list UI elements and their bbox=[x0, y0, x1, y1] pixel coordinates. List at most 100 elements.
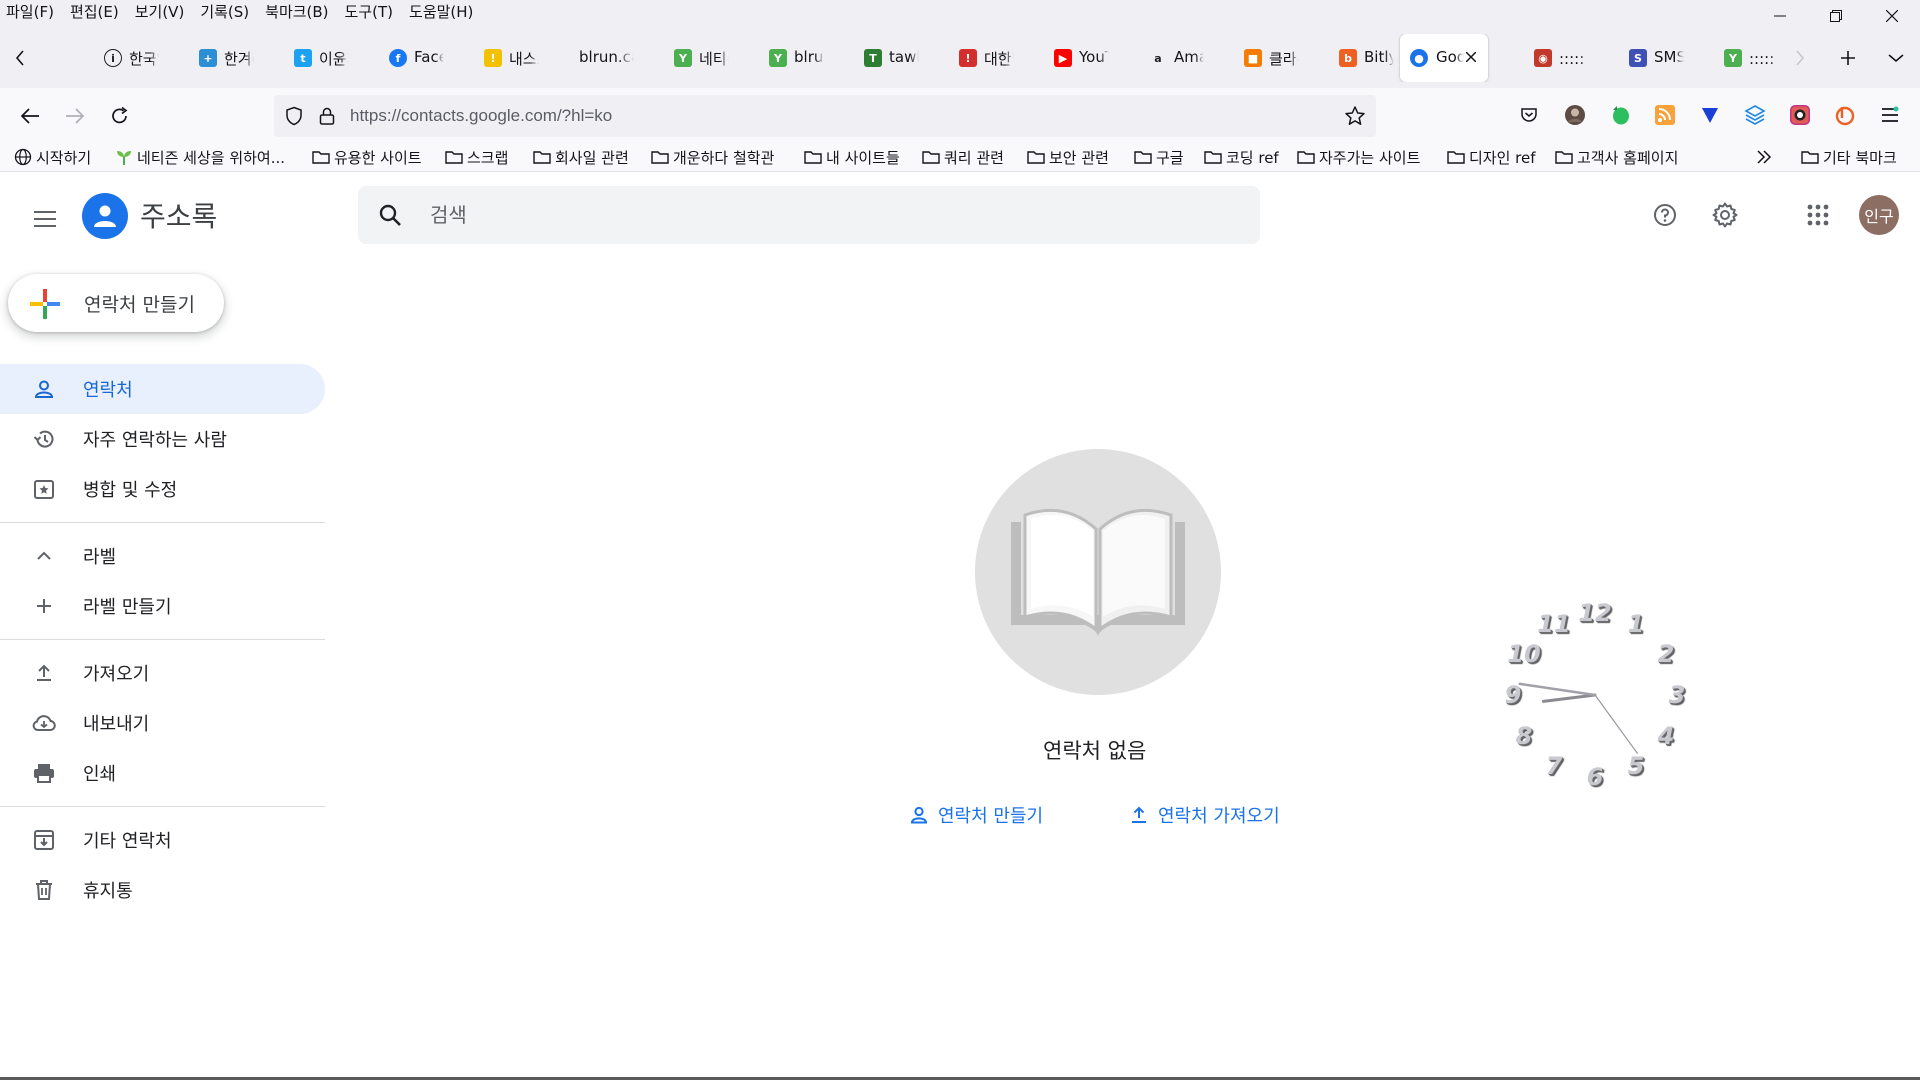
labels-heading: 라벨 bbox=[83, 547, 117, 568]
evernote-icon bbox=[1613, 106, 1629, 125]
sidebar-item-merge[interactable]: 병합 및 수정 bbox=[0, 464, 325, 514]
sidebar-item-label: 가져오기 bbox=[83, 664, 150, 685]
profile-extension-button[interactable] bbox=[1562, 102, 1588, 128]
menu-file[interactable]: 파일(F) bbox=[0, 0, 62, 28]
settings-button[interactable] bbox=[1703, 193, 1747, 237]
other-bookmarks-folder[interactable]: 기타 북마크 bbox=[1801, 144, 1897, 170]
tab[interactable]: ■ 클라우 bbox=[1204, 34, 1299, 82]
bookmark-item[interactable]: 보안 관련 bbox=[1027, 144, 1109, 170]
help-button[interactable] bbox=[1643, 193, 1687, 237]
menu-tools[interactable]: 도구(T) bbox=[337, 0, 401, 28]
layers-extension-button[interactable] bbox=[1742, 102, 1768, 128]
sidebar-item-frequent[interactable]: 자주 연락하는 사람 bbox=[0, 414, 325, 464]
menu-help[interactable]: 도움말(H) bbox=[401, 0, 481, 28]
tab[interactable]: Y::::: 이 bbox=[1684, 34, 1779, 82]
tab[interactable]: i 한국일 bbox=[64, 34, 159, 82]
app-menu-button[interactable] bbox=[1877, 102, 1903, 128]
tab[interactable]: ! 대한민 bbox=[919, 34, 1014, 82]
tab-scroll-left-button[interactable] bbox=[8, 46, 32, 70]
bookmark-item[interactable]: 회사일 관련 bbox=[533, 144, 629, 170]
bookmark-item[interactable]: 네티즌 세상을 위하여... bbox=[115, 144, 285, 170]
upload-icon bbox=[32, 661, 56, 685]
downloader-button[interactable] bbox=[1697, 102, 1723, 128]
tab[interactable]: S SMS1 bbox=[1589, 34, 1684, 82]
sidebar-item-print[interactable]: 인쇄 bbox=[0, 748, 325, 798]
clock-hour-hand bbox=[1541, 693, 1597, 703]
account-avatar[interactable]: 인구 bbox=[1859, 195, 1899, 235]
sidebar-item-export[interactable]: 내보내기 bbox=[0, 698, 325, 748]
bookmark-item[interactable]: 고객사 홈페이지 bbox=[1555, 144, 1678, 170]
menu-edit[interactable]: 편집(E) bbox=[62, 0, 127, 28]
folder-icon bbox=[1555, 151, 1573, 164]
tab[interactable]: + 한겨레 bbox=[159, 34, 254, 82]
tab[interactable]: Yblrun2 bbox=[729, 34, 824, 82]
sidebar-item-import[interactable]: 가져오기 bbox=[0, 648, 325, 698]
sidebar-item-contacts[interactable]: 연락처 bbox=[0, 364, 325, 414]
create-contact-button[interactable]: 연락처 만들기 bbox=[8, 274, 224, 332]
rss-button[interactable] bbox=[1652, 102, 1678, 128]
bitly-extension-button[interactable] bbox=[1832, 102, 1858, 128]
bookmark-item[interactable]: 자주가는 사이트 bbox=[1297, 144, 1420, 170]
tab[interactable]: f Faceb bbox=[349, 34, 444, 82]
labels-toggle[interactable]: 라벨 bbox=[0, 531, 325, 581]
bookmark-item[interactable]: 디자인 ref bbox=[1447, 144, 1536, 170]
search-input[interactable] bbox=[430, 196, 1230, 234]
tab-title: blrun.cafe bbox=[579, 48, 634, 66]
sidebar-item-create-label[interactable]: 라벨 만들기 bbox=[0, 581, 325, 631]
search-bar[interactable] bbox=[358, 186, 1260, 244]
tab[interactable]: t 이윤지 bbox=[254, 34, 349, 82]
google-apps-button[interactable] bbox=[1796, 193, 1840, 237]
url-bar[interactable]: https://contacts.google.com/?hl=ko bbox=[274, 95, 1376, 137]
sidebar-item-other-contacts[interactable]: 기타 연락처 bbox=[0, 815, 325, 865]
menu-history[interactable]: 기록(S) bbox=[192, 0, 257, 28]
tab[interactable]: a Amaz bbox=[1109, 34, 1204, 82]
list-all-tabs-button[interactable] bbox=[1872, 42, 1920, 74]
new-tab-button[interactable] bbox=[1824, 42, 1872, 74]
tab[interactable]: blrun.cafe bbox=[539, 34, 634, 82]
search-icon[interactable] bbox=[378, 203, 402, 227]
tab-active[interactable]: ● Goo bbox=[1400, 34, 1488, 82]
contacts-logo[interactable] bbox=[82, 193, 128, 239]
clock-number: 2 bbox=[1657, 640, 1675, 668]
reload-button[interactable] bbox=[105, 101, 135, 131]
pocket-button[interactable] bbox=[1516, 102, 1542, 128]
close-tab-button[interactable] bbox=[1462, 48, 1480, 66]
tab[interactable]: ▶ YouTu bbox=[1014, 34, 1109, 82]
tab[interactable]: b Bitly | bbox=[1299, 34, 1394, 82]
empty-import-contacts-link[interactable]: 연락처 가져오기 bbox=[1130, 802, 1280, 828]
sidebar-item-label: 라벨 만들기 bbox=[83, 597, 172, 618]
color-extension-button[interactable] bbox=[1787, 102, 1813, 128]
forward-button[interactable] bbox=[60, 101, 90, 131]
tab[interactable]: ! 내스토 bbox=[444, 34, 539, 82]
trash-icon bbox=[32, 878, 56, 902]
gear-icon bbox=[1712, 202, 1738, 228]
sidebar-item-trash[interactable]: 휴지통 bbox=[0, 865, 325, 915]
bookmark-item[interactable]: 유용한 사이트 bbox=[312, 144, 422, 170]
empty-create-contact-link[interactable]: 연락처 만들기 bbox=[910, 802, 1043, 828]
bookmark-item[interactable]: 시작하기 bbox=[14, 144, 91, 170]
bookmarks-overflow-button[interactable] bbox=[1756, 144, 1776, 170]
bookmark-item[interactable]: 스크랩 bbox=[445, 144, 508, 170]
bookmark-item[interactable]: 내 사이트들 bbox=[804, 144, 900, 170]
tracking-protection-shield-icon[interactable] bbox=[284, 106, 304, 126]
main-menu-button[interactable] bbox=[26, 200, 64, 238]
bookmark-item[interactable]: 쿼리 관련 bbox=[922, 144, 1004, 170]
tab[interactable]: ◉::::: 한 bbox=[1494, 34, 1589, 82]
menu-bookmarks[interactable]: 북마크(B) bbox=[257, 0, 336, 28]
tab-title: 네티즌 bbox=[699, 50, 729, 68]
url-text[interactable]: https://contacts.google.com/?hl=ko bbox=[350, 106, 612, 126]
bookmark-star-icon[interactable] bbox=[1344, 105, 1366, 127]
bookmark-item[interactable]: 코딩 ref bbox=[1204, 144, 1279, 170]
bookmark-item[interactable]: 개운하다 철학관 bbox=[651, 144, 774, 170]
hamburger-menu-icon bbox=[34, 211, 56, 227]
back-button[interactable] bbox=[15, 101, 45, 131]
tab[interactable]: Ttawk.t bbox=[824, 34, 919, 82]
tab[interactable]: Y 네티즌 bbox=[634, 34, 729, 82]
evernote-button[interactable] bbox=[1607, 102, 1633, 128]
tab[interactable] bbox=[42, 34, 64, 82]
bookmark-item[interactable]: 구글 bbox=[1134, 144, 1184, 170]
menu-view[interactable]: 보기(V) bbox=[127, 0, 193, 28]
lock-icon[interactable] bbox=[318, 106, 336, 126]
tab-scroll-right-button[interactable] bbox=[1776, 42, 1824, 74]
app-title[interactable]: 주소록 bbox=[140, 195, 217, 235]
